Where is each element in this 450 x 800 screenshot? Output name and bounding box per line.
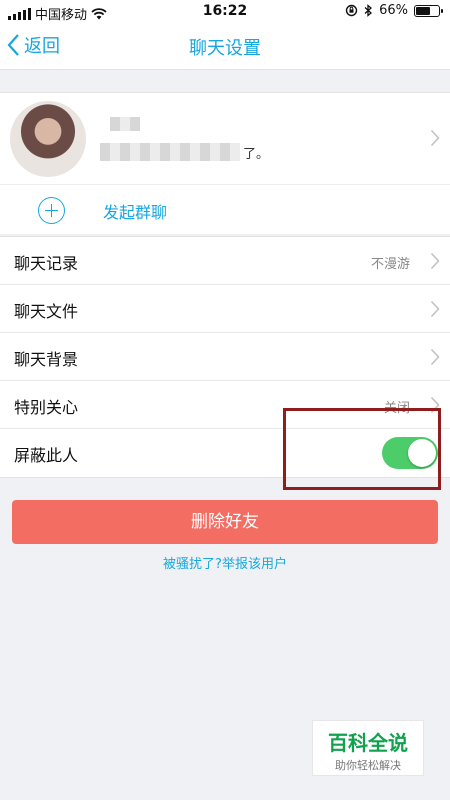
page-title: 聊天设置 [189,38,261,59]
add-circle-icon [38,197,65,224]
row-chat-background[interactable]: 聊天背景 [0,333,450,381]
battery-icon [414,4,443,17]
chevron-right-icon [430,129,440,147]
chevron-right-icon [430,348,440,366]
report-user-link[interactable]: 被骚扰了?举报该用户 [0,553,450,572]
watermark-title: 百科全说 [328,731,408,755]
row-chat-history[interactable]: 聊天记录 不漫游 [0,237,450,285]
chevron-right-icon [430,300,440,318]
bluetooth-icon [364,4,373,17]
row-label: 特别关心 [14,398,79,417]
row-chat-files[interactable]: 聊天文件 [0,285,450,333]
status-bar: 中国移动 16:22 66% [0,0,450,24]
battery-fill [416,6,430,15]
row-label: 聊天记录 [14,254,79,273]
rotation-lock-icon [345,4,358,17]
row-value: 不漫游 [370,257,410,272]
start-group-chat-label: 发起群聊 [103,203,168,222]
watermark-subtitle: 助你轻松解决 [335,759,401,772]
avatar[interactable] [10,101,86,177]
signature-text: 了。 [243,147,270,162]
annotation-highlight-box [283,408,441,490]
blurred-signature [100,143,240,161]
status-right: 66% [345,3,443,18]
row-label: 聊天背景 [14,350,79,369]
start-group-chat[interactable]: 发起群聊 [0,184,450,234]
row-label: 聊天文件 [14,302,79,321]
profile-card[interactable]: 了。 [0,92,450,184]
row-label: 屏蔽此人 [14,446,79,465]
blurred-nickname [110,117,140,131]
watermark-logo: 百科全说 助你轻松解决 [312,720,424,776]
battery-percent: 66% [379,3,408,18]
delete-friend-button[interactable]: 删除好友 [12,500,438,544]
chevron-right-icon [430,252,440,270]
nav-bar: 返回 聊天设置 [0,24,450,70]
